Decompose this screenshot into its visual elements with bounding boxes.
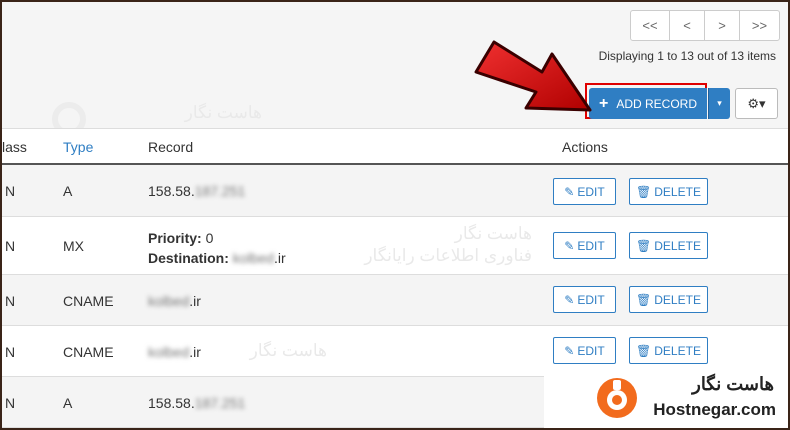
cell-class: N (5, 395, 16, 411)
trash-icon: 🗑 (636, 292, 652, 307)
record-ip-prefix: 158.58. (148, 183, 195, 199)
add-record-button[interactable]: + ADD RECORD (589, 88, 707, 119)
toolbar-area: << < > >> Displaying 1 to 13 out of 13 i… (2, 2, 788, 136)
watermark: هاست نگار (52, 102, 262, 136)
priority-value: 0 (205, 230, 214, 246)
pencil-icon: ✎ (564, 238, 575, 253)
edit-button[interactable]: ✎ EDIT (553, 178, 616, 205)
header-type[interactable]: Type (63, 139, 93, 155)
cell-class: N (5, 238, 16, 254)
hostnegar-logo-icon (597, 378, 637, 418)
cell-type: CNAME (63, 344, 114, 360)
record-ip-blurred: 187.251 (194, 183, 246, 199)
cell-type: A (63, 183, 73, 199)
priority-label: Priority: (148, 230, 202, 246)
add-record-label: ADD RECORD (616, 96, 697, 111)
table-row: N A 158.58.187.251 ✎ EDIT 🗑 DELETE (2, 165, 788, 217)
cell-class: N (5, 293, 16, 309)
record-host-suffix: .ir (189, 293, 201, 309)
trash-icon: 🗑 (636, 343, 652, 358)
cell-type: CNAME (63, 293, 114, 309)
header-class[interactable]: lass (2, 139, 27, 155)
trash-icon: 🗑 (636, 238, 652, 253)
record-ip-prefix: 158.58. (148, 395, 195, 411)
delete-label: DELETE (654, 238, 701, 253)
delete-label: DELETE (654, 292, 701, 307)
pencil-icon: ✎ (564, 343, 575, 358)
first-page-button[interactable]: << (630, 10, 670, 41)
brand-name-en: Hostnegar.com (653, 400, 776, 419)
delete-button[interactable]: 🗑 DELETE (629, 286, 708, 313)
pencil-icon: ✎ (564, 184, 575, 199)
edit-button[interactable]: ✎ EDIT (553, 286, 616, 313)
cell-record: kolbed.ir (148, 293, 201, 309)
destination-label: Destination: (148, 250, 229, 266)
pagination-status: Displaying 1 to 13 out of 13 items (598, 49, 776, 63)
table-row: N CNAME kolbed.ir ✎ EDIT 🗑 DELETE (2, 275, 788, 326)
cell-type: MX (63, 238, 84, 254)
header-actions: Actions (562, 139, 608, 155)
watermark-line1: هاست نگار (454, 224, 532, 243)
brand-name-fa: هاست نگار (692, 374, 774, 394)
red-pointer-arrow-icon (474, 40, 592, 112)
trash-icon: 🗑 (636, 184, 652, 199)
delete-label: DELETE (654, 184, 701, 199)
record-ip-blurred: 187.251 (194, 395, 246, 411)
delete-label: DELETE (654, 343, 701, 358)
last-page-button[interactable]: >> (739, 10, 780, 41)
mx-destination: Destination: kolbed.ir (148, 248, 286, 268)
header-record: Record (148, 139, 194, 155)
pencil-icon: ✎ (564, 292, 575, 307)
watermark-line1: هاست نگار (249, 341, 327, 360)
delete-button[interactable]: 🗑 DELETE (629, 178, 708, 205)
watermark-line1: هاست نگار (184, 103, 262, 122)
delete-button[interactable]: 🗑 DELETE (629, 232, 708, 259)
add-record-dropdown-button[interactable]: ▾ (708, 88, 730, 119)
mx-priority: Priority: 0 (148, 228, 286, 248)
record-host-blurred: kolbed (148, 293, 190, 309)
destination-blurred: kolbed (232, 250, 275, 266)
edit-button[interactable]: ✎ EDIT (553, 232, 616, 259)
watermark: هاست نگار فناوری اطلاعات رایانگار (332, 223, 532, 267)
destination-suffix: .ir (274, 250, 286, 266)
prev-page-button[interactable]: < (669, 10, 705, 41)
cell-record: 158.58.187.251 (148, 395, 245, 411)
delete-button[interactable]: 🗑 DELETE (629, 337, 708, 364)
cell-class: N (5, 344, 16, 360)
cell-record: 158.58.187.251 (148, 183, 245, 199)
brand-badge: هاست نگار Hostnegar.com (544, 368, 788, 428)
edit-label: EDIT (577, 184, 605, 199)
edit-button[interactable]: ✎ EDIT (553, 337, 616, 364)
cell-record: Priority: 0 Destination: kolbed.ir (148, 228, 286, 268)
edit-label: EDIT (577, 343, 605, 358)
table-row: N MX Priority: 0 Destination: kolbed.ir … (2, 217, 788, 275)
edit-label: EDIT (577, 238, 605, 253)
table-header: lass Type Record Actions (2, 128, 788, 165)
watermark: هاست نگار (127, 340, 327, 362)
next-page-button[interactable]: > (704, 10, 740, 41)
edit-label: EDIT (577, 292, 605, 307)
watermark-line2: فناوری اطلاعات رایانگار (364, 246, 532, 265)
pagination: << < > >> (630, 10, 780, 41)
screenshot-frame: << < > >> Displaying 1 to 13 out of 13 i… (0, 0, 790, 430)
cell-type: A (63, 395, 73, 411)
cell-class: N (5, 183, 16, 199)
settings-gear-button[interactable]: ⚙▾ (735, 88, 778, 119)
